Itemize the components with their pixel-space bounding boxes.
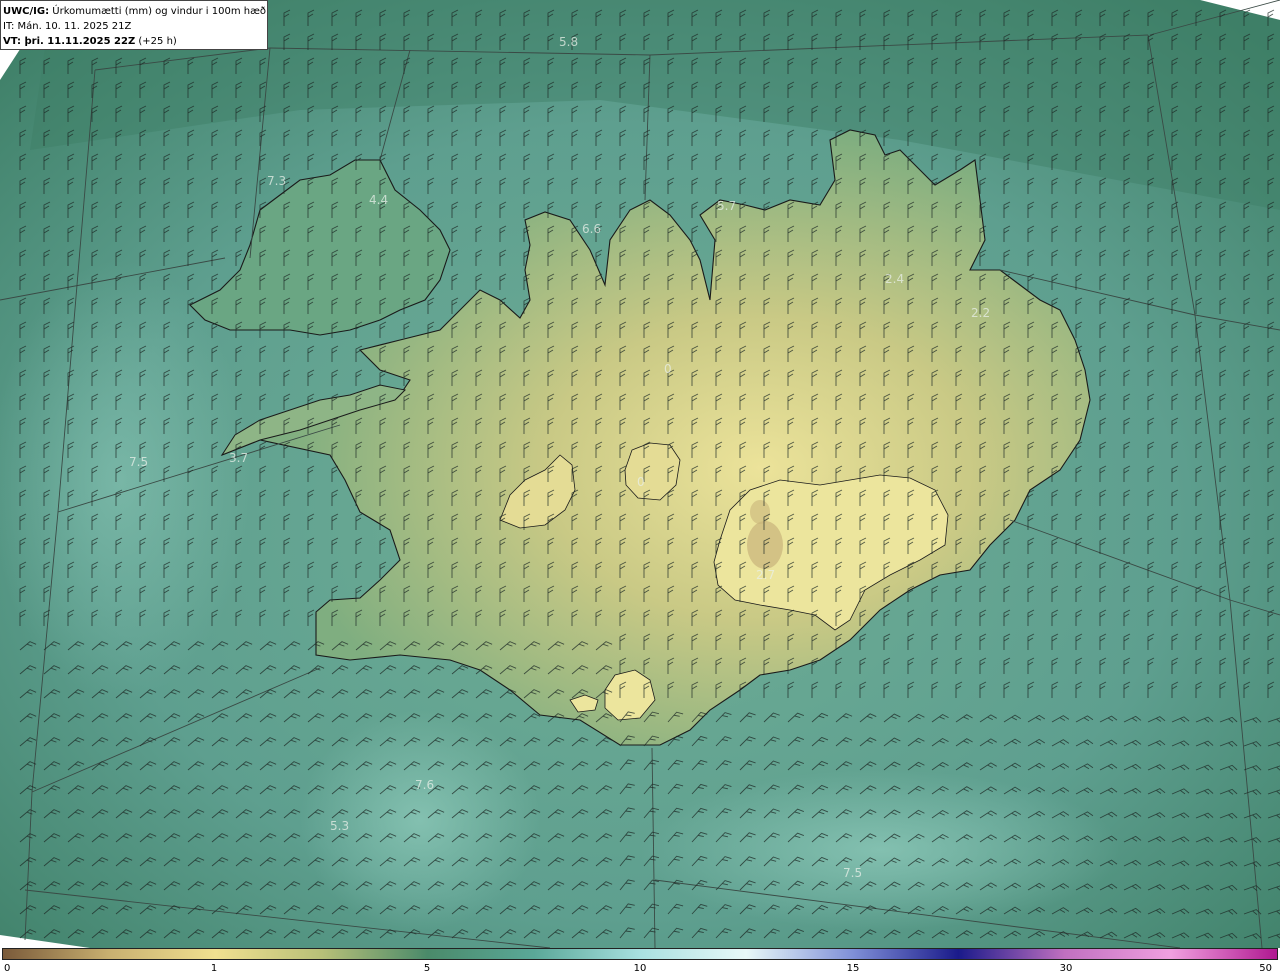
value-label: 2.2	[971, 306, 990, 320]
value-label: 0	[637, 475, 645, 489]
value-label: 3.7	[229, 451, 248, 465]
ocean-plume-se	[640, 770, 1120, 930]
model-label: UWC/IG:	[3, 6, 50, 17]
legend-tick: 30	[1059, 963, 1073, 974]
value-label: 5.3	[330, 819, 349, 833]
legend-tick: 15	[846, 963, 860, 974]
value-label: 6.6	[582, 222, 601, 236]
value-label: 7.3	[267, 174, 286, 188]
highland-brown-spot	[747, 521, 783, 569]
title-line: UWC/IG: Úrkomumætti (mm) og vindur i 100…	[3, 4, 267, 19]
value-label: 7.5	[129, 455, 148, 469]
legend-tick: 1	[210, 963, 218, 974]
highland-brown-spot-2	[750, 500, 770, 524]
value-label: 4.4	[369, 193, 388, 207]
valid-time: VT: þri. 11.11.2025 22Z	[3, 36, 136, 47]
value-label: 2.7	[756, 568, 775, 582]
map-info-box: UWC/IG: Úrkomumætti (mm) og vindur i 100…	[0, 0, 268, 50]
issue-time: IT: Mán. 10. 11. 2025 21Z	[3, 21, 132, 32]
map-canvas: 5.8 7.3 4.4 6.6 5.7 2.4 2.2 7.5 3.7 0 2.…	[0, 0, 1280, 948]
map-title: Úrkomumætti (mm) og vindur i 100m hæð	[52, 6, 267, 17]
legend-tick: 0	[4, 963, 11, 974]
value-label: 5.8	[559, 35, 578, 49]
value-label: 0	[664, 362, 672, 376]
value-label: 7.5	[843, 866, 862, 880]
legend-tick: 50	[1259, 963, 1272, 974]
legend-tick: 10	[633, 963, 647, 974]
map-area: 5.8 7.3 4.4 6.6 5.7 2.4 2.2 7.5 3.7 0 2.…	[0, 0, 1280, 948]
value-label: 5.7	[717, 199, 736, 213]
forecast-hour: (+25 h)	[138, 36, 177, 47]
ocean-plume-west	[0, 260, 250, 700]
value-label: 7.6	[415, 778, 434, 792]
value-label: 2.4	[885, 272, 904, 286]
valid-time-line: VT: þri. 11.11.2025 22Z (+25 h)	[3, 34, 267, 49]
legend-colorbar	[2, 948, 1278, 960]
legend-tick: 5	[423, 963, 431, 974]
color-legend: 0 1 5 10 15 30 50	[0, 948, 1280, 978]
